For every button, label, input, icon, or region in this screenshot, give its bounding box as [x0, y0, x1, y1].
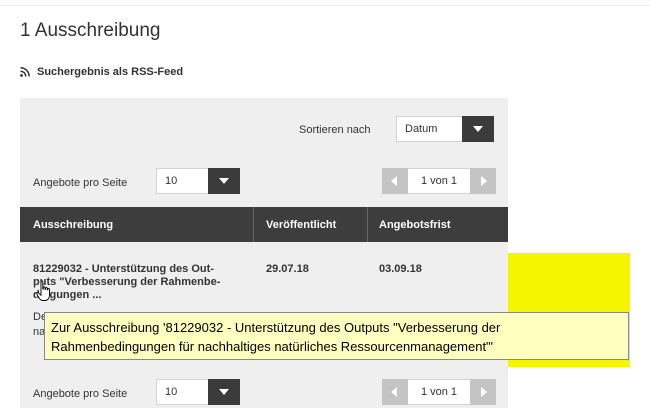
column-divider: [367, 207, 368, 242]
sort-select-value: Datum: [405, 123, 438, 135]
page-info: 1 von 1: [408, 379, 470, 405]
tender-title-line: 81229032 - Unterstützung des Out-: [33, 263, 214, 275]
rss-icon: [20, 67, 30, 77]
hand-cursor-icon: [36, 280, 50, 301]
prev-page-button[interactable]: [382, 379, 408, 405]
sort-label: Sortieren nach: [299, 124, 371, 136]
deadline-date: 03.09.18: [379, 263, 422, 275]
sort-select[interactable]: Datum: [396, 116, 494, 142]
per-page-select-value: 10: [165, 386, 178, 398]
chevron-down-icon: [208, 379, 240, 405]
tooltip-line: Rahmenbedingungen für nachhaltiges natür…: [51, 339, 494, 354]
chevron-down-icon: [462, 116, 494, 142]
page-info: 1 von 1: [408, 168, 470, 194]
rss-feed-link[interactable]: Suchergebnis als RSS-Feed: [20, 66, 183, 78]
published-date: 29.07.18: [266, 263, 309, 275]
table-header: Ausschreibung Veröffentlicht Angebotsfri…: [20, 207, 508, 242]
tender-title-line: puts "Verbesserung der Rahmenbe-: [33, 276, 221, 288]
prev-page-button[interactable]: [382, 168, 408, 194]
tender-title-line: dingungen ...: [33, 289, 102, 301]
tooltip-line: Zur Ausschreibung '81229032 - Unterstütz…: [51, 320, 501, 335]
pagination: 1 von 1: [382, 168, 496, 194]
column-header-ausschreibung[interactable]: Ausschreibung: [33, 219, 113, 231]
per-page-select[interactable]: 10: [156, 168, 240, 194]
rss-feed-label: Suchergebnis als RSS-Feed: [37, 66, 184, 78]
next-page-button[interactable]: [470, 379, 496, 405]
chevron-down-icon: [208, 168, 240, 194]
tender-title-link[interactable]: 81229032 - Unterstützung des Out- puts "…: [33, 263, 253, 302]
per-page-label-bottom: Angebote pro Seite: [33, 388, 128, 400]
page-title: 1 Ausschreibung: [20, 20, 161, 41]
column-header-veroeffentlicht[interactable]: Veröffentlicht: [266, 219, 336, 231]
per-page-select-bottom[interactable]: 10: [156, 379, 240, 405]
top-divider: [0, 0, 650, 6]
next-page-button[interactable]: [470, 168, 496, 194]
per-page-select-value: 10: [165, 175, 178, 187]
column-divider: [253, 207, 254, 242]
pagination-bottom: 1 von 1: [382, 379, 496, 405]
column-header-angebotsfrist[interactable]: Angebotsfrist: [379, 219, 451, 231]
results-panel: Sortieren nach Datum Angebote pro Seite …: [20, 98, 508, 408]
per-page-label: Angebote pro Seite: [33, 177, 128, 189]
tooltip: Zur Ausschreibung '81229032 - Unterstütz…: [44, 312, 629, 360]
